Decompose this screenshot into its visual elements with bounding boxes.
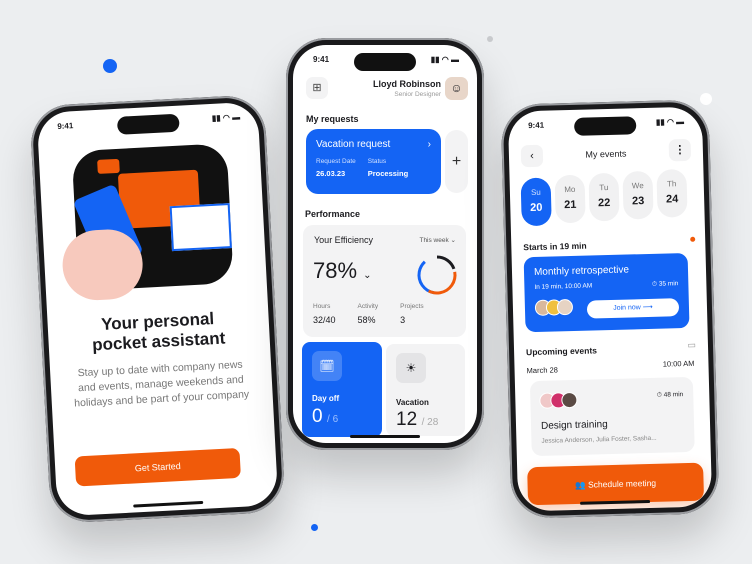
user-name: Lloyd Robinson [373, 79, 441, 89]
stat-label: Projects [400, 303, 424, 310]
events-phone: 9:41 ▮▮ ◠ ▬ ‹ My events ⋮ Su 20 Mo 21 Tu 22 … [500, 99, 720, 519]
timer-icon: ⏱ [656, 391, 663, 399]
stat-value: 58% [357, 315, 376, 325]
tile-value: 12 [396, 409, 418, 430]
request-title: Vacation request [316, 139, 391, 150]
schedule-meeting-button[interactable]: 👥 Schedule meeting [527, 462, 705, 506]
day-mo[interactable]: Mo 21 [554, 174, 586, 224]
event-duration: 48 min [663, 391, 684, 399]
onboarding-description: Stay up to date with company news and ev… [73, 358, 250, 410]
day-tu[interactable]: Tu 22 [588, 172, 620, 222]
request-status: Processing [367, 169, 409, 178]
join-now-button[interactable]: Join now ⟶ [586, 297, 680, 319]
status-time: 9:41 [57, 121, 74, 131]
vacation-tile[interactable]: ☀ Vacation 12 / 28 [386, 344, 465, 436]
attendee-avatars [534, 298, 574, 321]
tile-total: / 28 [421, 417, 439, 428]
upcoming-time: 10:00 AM [662, 358, 695, 369]
menu-grid-button[interactable]: ⊞ [306, 77, 328, 99]
day-number: 23 [631, 195, 645, 208]
efficiency-title: Your Efficiency [314, 235, 374, 245]
event-attendees: Jessica Anderson, Julia Foster, Sasha... [541, 434, 657, 445]
vacation-request-card[interactable]: Vacation request › Request Date 26.03.23 S… [306, 129, 441, 194]
stat-label: Activity [357, 303, 379, 310]
efficiency-value: 78% [313, 258, 358, 283]
tile-total: / 6 [327, 414, 339, 425]
starts-in-heading: Starts in 19 min [523, 240, 587, 253]
status-icons: ▮▮ ◠ ▬ [211, 112, 241, 123]
period-dropdown[interactable]: This week ⌄ [419, 236, 456, 244]
dashboard-phone: 9:41 ▮▮ ◠ ▬ ⊞ Lloyd Robinson Senior Desig… [286, 38, 484, 450]
chevron-down-icon[interactable]: ⌄ [363, 270, 371, 281]
notification-dot [690, 236, 696, 242]
efficiency-stats: Hours 32/40 Activity 58% Projects 3 [313, 303, 424, 325]
day-number: 21 [563, 198, 577, 212]
decor-dot [700, 93, 712, 105]
status-time: 9:41 [528, 120, 545, 131]
user-role: Senior Designer [394, 91, 441, 98]
efficiency-ring [417, 255, 457, 295]
attendee-avatars [539, 391, 578, 414]
calendar-x-icon: 🗓 [312, 351, 342, 381]
tile-label: Day off [312, 394, 340, 403]
day-name: Th [666, 179, 677, 189]
stat-value: 32/40 [313, 315, 336, 325]
event-title: Monthly retrospective [533, 264, 630, 278]
arrow-right-icon: ⟶ [642, 303, 653, 311]
onboarding-illustration [57, 142, 250, 302]
efficiency-card: Your Efficiency This week ⌄ 78% ⌄ Hours 3… [303, 225, 466, 337]
request-date-label: Request Date [316, 158, 356, 165]
day-name: Su [530, 187, 541, 198]
tile-label: Vacation [396, 398, 429, 407]
my-requests-heading: My requests [306, 114, 359, 124]
request-date: 26.03.23 [316, 169, 346, 178]
onboarding-title: Your personal pocket assistant [91, 309, 226, 355]
beach-icon: ☀ [396, 353, 426, 383]
upcoming-heading: Upcoming events [525, 345, 598, 358]
day-number: 24 [665, 193, 679, 206]
chevron-down-icon: ⌄ [450, 237, 456, 244]
day-name: We [631, 181, 644, 191]
status-time: 9:41 [313, 55, 330, 64]
day-name: Tu [599, 183, 609, 193]
day-off-tile[interactable]: 🗓 Day off 0 / 6 [302, 342, 382, 437]
more-options-button[interactable]: ⋮ [668, 138, 692, 162]
event-title: Design training [540, 419, 608, 432]
tile-value: 0 [312, 406, 323, 427]
chevron-right-icon: › [427, 139, 431, 150]
day-we[interactable]: We 23 [622, 170, 654, 220]
onboarding-phone: 9:41 ▮▮ ◠ ▬ Your personal pocket assistan… [29, 94, 286, 524]
calendar-icon[interactable]: ▭ [687, 340, 696, 351]
request-status-label: Status [367, 158, 387, 165]
day-number: 20 [530, 201, 543, 215]
status-icons: ▮▮ ◠ ▬ [655, 116, 685, 127]
timer-icon: ⏱ [651, 280, 658, 288]
period-value: This week [419, 237, 449, 244]
schedule-label: Schedule meeting [587, 477, 657, 490]
day-number: 22 [597, 196, 611, 210]
stat-value: 3 [400, 315, 406, 325]
day-su[interactable]: Su 20 [520, 177, 552, 227]
current-event-card[interactable]: Monthly retrospective In 19 min, 10:00 A… [523, 252, 690, 333]
users-icon: 👥 [574, 479, 586, 490]
add-request-button[interactable]: + [445, 130, 468, 193]
join-label: Join now [613, 303, 641, 312]
day-th[interactable]: Th 24 [656, 168, 688, 218]
upcoming-event-card[interactable]: ⏱ 48 min Design training Jessica Anderso… [529, 376, 695, 457]
avatar[interactable]: ☺ [445, 77, 468, 100]
get-started-button[interactable]: Get Started [74, 447, 241, 487]
performance-heading: Performance [305, 209, 361, 219]
day-name: Mo [564, 184, 576, 195]
event-time: In 19 min, 10:00 AM [534, 282, 593, 291]
status-icons: ▮▮ ◠ ▬ [430, 55, 459, 64]
decor-dot [103, 59, 117, 73]
decor-dot [311, 524, 318, 531]
stat-label: Hours [313, 303, 331, 310]
upcoming-date: March 28 [526, 365, 558, 376]
event-duration: 35 min [658, 280, 679, 288]
decor-dot [487, 36, 493, 42]
